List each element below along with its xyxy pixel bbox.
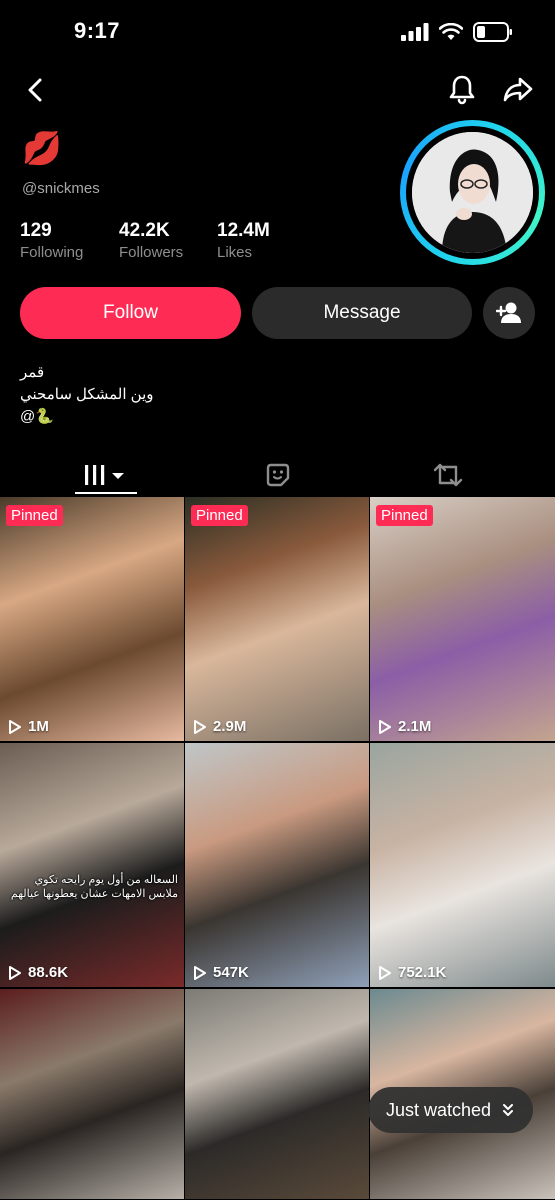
status-icons [401, 22, 513, 42]
play-icon [194, 965, 206, 980]
add-user-icon [496, 302, 521, 323]
play-icon [379, 965, 391, 980]
pinned-badge: Pinned [6, 505, 63, 526]
view-count: 2.9M [193, 718, 246, 735]
battery-icon [473, 22, 512, 42]
stat-followers-label: Followers [119, 244, 184, 261]
view-count-text: 88.6K [28, 964, 69, 981]
video-thumbnail[interactable]: Pinned 1M [0, 497, 184, 741]
back-arrow-icon[interactable] [24, 76, 50, 104]
username: @snickmes [22, 180, 100, 197]
sticker-icon [266, 463, 290, 487]
play-icon [9, 719, 21, 734]
bio: قمر وين المشكل سامحني @🐍 [20, 362, 154, 428]
avatar-photo [412, 132, 533, 253]
display-name-emoji: 💋 [22, 130, 62, 166]
video-thumbnail[interactable]: السعاله من أول يوم رايحه تكوي ملابس الام… [0, 743, 184, 987]
view-count: 1M [8, 718, 49, 735]
view-count-text: 547K [213, 964, 249, 981]
just-watched-label: Just watched [385, 1099, 491, 1120]
video-thumbnail[interactable]: 752.1K [370, 743, 555, 987]
wifi-icon [439, 23, 463, 40]
avatar-illustration [412, 132, 533, 253]
repost-icon [433, 463, 463, 487]
stat-followers[interactable]: 42.2K Followers [119, 220, 183, 261]
tab-videos[interactable] [75, 455, 137, 495]
view-count-text: 2.1M [398, 718, 432, 735]
stat-likes[interactable]: 12.4M Likes [217, 220, 270, 261]
view-count-text: 1M [28, 718, 49, 735]
view-count-text: 752.1K [398, 964, 447, 981]
just-watched-button[interactable]: Just watched [367, 1087, 533, 1133]
stat-following[interactable]: 129 Following [20, 220, 83, 261]
follow-button[interactable]: Follow [20, 287, 241, 339]
tab-liked[interactable] [248, 455, 308, 495]
view-count-text: 2.9M [213, 718, 247, 735]
active-tab-indicator [75, 492, 137, 494]
video-thumbnail[interactable]: Pinned 2.1M [370, 497, 555, 741]
view-count: 752.1K [378, 964, 446, 981]
tab-reposts[interactable] [418, 455, 478, 495]
play-icon [194, 719, 206, 734]
bio-line: وين المشكل سامحني [20, 386, 154, 403]
status-time: 9:17 [74, 18, 121, 43]
stat-likes-value: 12.4M [217, 220, 270, 241]
view-count: 547K [193, 964, 249, 981]
view-count: 88.6K [8, 964, 68, 981]
video-thumbnail[interactable]: Pinned 2.9M [185, 497, 369, 741]
cellular-signal-icon [401, 23, 429, 41]
video-thumbnail[interactable] [0, 989, 184, 1199]
pinned-badge: Pinned [376, 505, 433, 526]
stat-followers-value: 42.2K [119, 220, 170, 241]
play-icon [9, 965, 21, 980]
stat-likes-label: Likes [217, 244, 253, 261]
video-grid-icon [85, 465, 124, 485]
avatar[interactable] [400, 120, 545, 265]
bio-line: @🐍 [20, 408, 54, 425]
share-arrow-icon[interactable] [503, 74, 533, 104]
message-button[interactable]: Message [252, 287, 472, 339]
view-count: 2.1M [378, 718, 431, 735]
video-caption: السعاله من أول يوم رايحه تكوي ملابس الام… [10, 874, 178, 900]
bell-icon[interactable] [447, 73, 477, 105]
play-icon [379, 719, 391, 734]
video-thumbnail[interactable] [185, 989, 369, 1199]
bio-line: قمر [20, 364, 45, 381]
pinned-badge: Pinned [191, 505, 248, 526]
double-chevron-down-icon [503, 1104, 513, 1116]
stat-following-label: Following [20, 244, 84, 261]
stat-following-value: 129 [20, 220, 52, 241]
add-friend-button[interactable] [483, 287, 535, 339]
video-thumbnail[interactable]: 547K [185, 743, 369, 987]
